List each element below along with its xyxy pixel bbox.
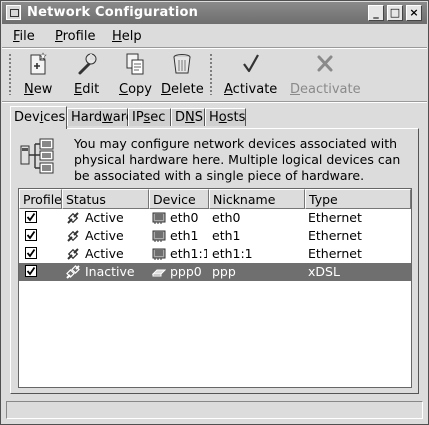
toolbar-grip[interactable] [8, 53, 12, 95]
column-header-device[interactable]: Device [149, 189, 209, 209]
network-configuration-window: Network Configuration _ □ × File Profile… [0, 0, 429, 425]
tab-ipsec[interactable]: IPsec [128, 108, 171, 126]
menu-bar: File Profile Help [2, 25, 427, 47]
copy-icon [126, 53, 144, 75]
devices-table: Profile Status Device Nickname Type Acti… [18, 188, 412, 388]
activate-button[interactable]: Activate [224, 52, 277, 97]
network-card-icon [152, 212, 166, 224]
type-cell: Ethernet [308, 228, 362, 243]
network-card-icon [152, 248, 166, 260]
menu-help[interactable]: Help [112, 29, 142, 44]
deactivate-button[interactable]: Deactivate [290, 52, 361, 97]
toolbar: New Edit Copy Delete Activate Deactivate [2, 49, 427, 99]
tab-hosts[interactable]: Hosts [205, 108, 246, 126]
nickname-cell: eth1 [212, 228, 241, 243]
connected-plug-icon [67, 230, 79, 242]
modem-icon [152, 269, 166, 277]
network-devices-icon [20, 138, 54, 174]
table-row[interactable]: Active eth1 eth1 Ethernet [19, 227, 411, 245]
device-cell: ppp0 [170, 264, 202, 279]
device-cell: eth1:1 [170, 246, 207, 261]
checkmark-icon [242, 54, 259, 73]
type-cell: Ethernet [308, 246, 362, 261]
new-document-icon [30, 52, 47, 75]
toolbar-separator [2, 101, 427, 103]
profile-checkbox[interactable] [25, 247, 37, 259]
window-menu-icon[interactable] [6, 5, 21, 20]
nickname-cell: eth0 [212, 210, 241, 225]
maximize-button[interactable]: □ [387, 5, 403, 21]
connected-plug-icon [67, 212, 79, 224]
delete-button[interactable]: Delete [161, 52, 204, 97]
toolbar-grip-2[interactable] [209, 53, 213, 95]
title-bar[interactable]: Network Configuration _ □ × [2, 2, 427, 24]
network-card-icon [152, 230, 166, 242]
table-row[interactable]: Active eth1:1 eth1:1 Ethernet [19, 245, 411, 263]
connected-plug-icon [67, 248, 79, 260]
profile-checkbox[interactable] [25, 265, 37, 277]
disconnected-plug-icon [66, 265, 80, 279]
profile-checkbox[interactable] [25, 229, 37, 241]
tab-devices[interactable]: Devices [10, 106, 67, 129]
devices-info-text: You may configure network devices associ… [74, 136, 401, 183]
status-bar [6, 401, 423, 419]
edit-button[interactable]: Edit [74, 52, 99, 97]
trash-icon [173, 54, 191, 74]
status-cell: Active [85, 228, 124, 243]
device-cell: eth1 [170, 228, 199, 243]
column-header-status[interactable]: Status [62, 189, 149, 209]
table-row[interactable]: Inactive ppp0 ppp xDSL [19, 263, 411, 281]
tab-hardware[interactable]: Hardware [67, 108, 134, 126]
nickname-cell: ppp [212, 264, 236, 279]
minimize-button[interactable]: _ [368, 5, 384, 21]
status-cell: Active [85, 210, 124, 225]
x-icon [317, 55, 333, 72]
profile-checkbox[interactable] [25, 211, 37, 223]
table-row[interactable]: Active eth0 eth0 Ethernet [19, 209, 411, 227]
device-cell: eth0 [170, 210, 199, 225]
column-header-profile[interactable]: Profile [19, 189, 62, 209]
menu-file[interactable]: File [13, 29, 35, 44]
status-cell: Inactive [85, 264, 135, 279]
table-header: Profile Status Device Nickname Type [19, 189, 411, 209]
column-header-type[interactable]: Type [305, 189, 411, 209]
wrench-icon [78, 53, 97, 75]
devices-tab-panel: You may configure network devices associ… [10, 128, 419, 394]
new-button[interactable]: New [24, 52, 52, 97]
type-cell: Ethernet [308, 210, 362, 225]
window-title: Network Configuration [27, 5, 199, 20]
status-cell: Active [85, 246, 124, 261]
menu-profile[interactable]: Profile [55, 29, 95, 44]
column-header-nickname[interactable]: Nickname [209, 189, 305, 209]
type-cell: xDSL [308, 264, 340, 279]
close-button[interactable]: × [406, 5, 422, 21]
copy-button[interactable]: Copy [119, 52, 152, 97]
tab-dns[interactable]: DNS [171, 108, 205, 126]
nickname-cell: eth1:1 [212, 246, 253, 261]
